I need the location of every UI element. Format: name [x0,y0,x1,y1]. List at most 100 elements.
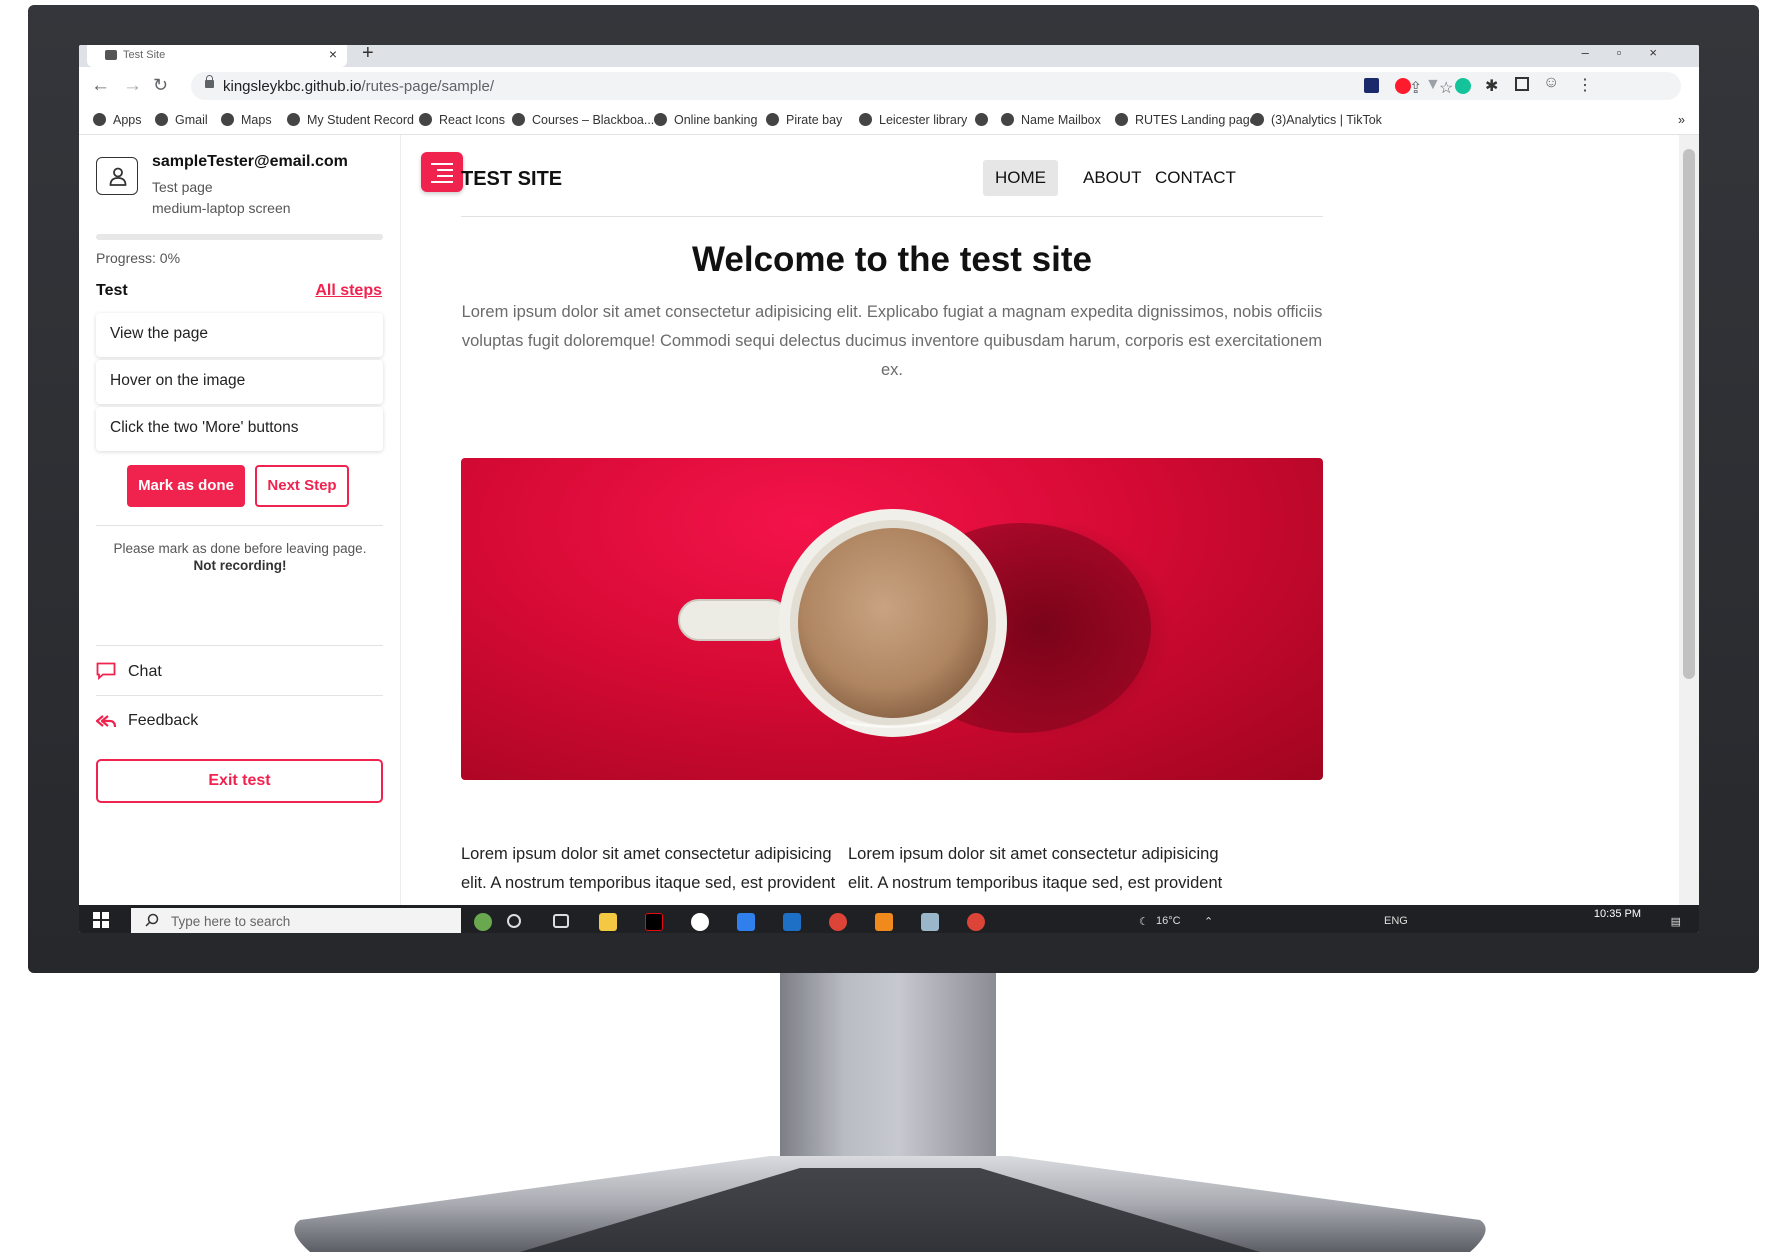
opera-icon[interactable] [1395,78,1411,94]
scrollbar[interactable] [1679,135,1699,905]
tray-chevron-icon[interactable]: ⌃ [1204,915,1213,928]
bookmark-label: Courses – Blackboa... [532,113,655,127]
extensions-puzzle-icon[interactable]: ✱ [1485,76,1498,96]
coffee-mug-image [678,509,1173,738]
recording-note-text: Please mark as done before leaving page. [113,541,367,556]
tab-strip: Test Site × + –▫× [79,45,1699,67]
globe-icon [975,113,988,126]
recording-note: Please mark as done before leaving page.… [79,541,401,573]
test-sidebar: sampleTester@email.com Test page medium-… [79,135,401,905]
task-view-icon[interactable] [553,914,569,928]
all-steps-link[interactable]: All steps [315,282,382,300]
next-step-button[interactable]: Next Step [255,465,349,507]
side-panel-icon[interactable] [1515,77,1529,91]
bookmark-item[interactable]: Apps [93,113,142,127]
weather-temp[interactable]: 16°C [1156,915,1181,927]
step-card[interactable]: View the page [96,313,383,357]
search-icon [145,913,159,927]
flask-icon [1115,113,1128,126]
vscode-icon[interactable] [737,913,755,931]
bookmark-item[interactable]: Courses – Blackboa... [512,113,654,127]
spotify-icon[interactable] [691,913,709,931]
bookmark-item[interactable]: Name Mailbox [1001,113,1101,127]
column-text: Lorem ipsum dolor sit amet consectetur a… [848,845,1223,905]
url-domain: kingsleykbc.github.io [223,78,362,95]
cortana-icon[interactable] [507,914,521,928]
bookmarks-bar: Apps Gmail Maps My Student Record React Icon… [79,105,1699,135]
close-tab-icon[interactable]: × [329,46,337,62]
progress-bar [96,234,383,240]
divider [96,695,383,696]
tab-favicon-icon [105,50,117,60]
url-path: /rutes-page/sample/ [361,78,494,95]
bookmark-item[interactable]: React Icons [419,113,505,127]
nav-contact[interactable]: CONTACT [1143,160,1248,196]
chat-link[interactable]: Chat [96,662,162,681]
bookmark-item[interactable]: My Student Record [287,113,414,127]
browser-tab[interactable]: Test Site × [87,45,347,67]
step-card[interactable]: Hover on the image [96,360,383,404]
moon-weather-icon[interactable]: ☾ [1139,915,1149,928]
site-logo[interactable]: TEST SITE [461,168,562,191]
forward-icon[interactable]: → [123,75,142,97]
bookmark-label: My Student Record [307,113,414,127]
bookmark-label: Gmail [175,113,208,127]
chrome-icon[interactable] [829,913,847,931]
vlc-icon[interactable] [875,913,893,931]
bookmark-star-icon[interactable]: ☆ [1439,78,1453,98]
share-icon[interactable]: ⇪ [1409,78,1422,98]
clock[interactable]: 10:35 PM [1594,908,1641,920]
scrollbar-thumb[interactable] [1683,149,1695,679]
bookmark-item[interactable]: Online banking [654,113,757,127]
nav-home[interactable]: HOME [983,160,1058,196]
back-icon[interactable]: ← [91,75,110,97]
sidebar-toggle-button[interactable] [421,152,463,192]
bookmark-item[interactable] [975,113,995,127]
bookmark-item[interactable]: Gmail [155,113,208,127]
chrome-active-icon[interactable] [967,913,985,931]
globe-icon [654,113,667,126]
bookmark-item[interactable]: Leicester library [859,113,967,127]
vue-icon[interactable]: ▼ [1425,76,1441,94]
window-controls[interactable]: –▫× [1582,45,1685,60]
site-content: TEST SITE HOME ABOUT CONTACT Welcome to … [401,135,1679,905]
step-card[interactable]: Click the two 'More' buttons [96,407,383,451]
app-icon[interactable] [921,913,939,931]
extension-react-icon[interactable] [1364,78,1379,93]
lock-icon [205,75,214,88]
mark-as-done-button[interactable]: Mark as done [127,465,245,507]
widget-icon[interactable] [474,913,492,931]
grammarly-icon[interactable] [1455,78,1471,94]
bookmark-item[interactable]: Maps [221,113,272,127]
more-bookmarks-icon[interactable]: » [1678,113,1685,127]
netflix-icon[interactable] [645,913,663,931]
bookmark-label: Name Mailbox [1021,113,1101,127]
taskbar-search[interactable]: Type here to search [131,908,461,933]
page-title: Welcome to the test site [691,240,1092,279]
reload-icon[interactable]: ↻ [153,75,168,96]
page-name: Test page [152,179,213,195]
feedback-link[interactable]: Feedback [95,712,198,730]
bookmark-item[interactable]: RUTES Landing page [1115,113,1257,127]
hero-image[interactable] [461,458,1323,780]
windows-start-icon[interactable] [93,912,109,928]
intro-text: Lorem ipsum dolor sit amet consectetur a… [461,303,1323,379]
nav-about[interactable]: ABOUT [1071,160,1154,196]
new-tab-icon[interactable]: + [362,45,374,65]
page-viewport: sampleTester@email.com Test page medium-… [79,135,1699,905]
toolbar: ← → ↻ kingsleykbc.github.io/rutes-page/s… [79,67,1699,105]
notification-icon[interactable]: ▤ [1671,915,1681,928]
cube-icon [1001,113,1014,126]
language-indicator[interactable]: ENG [1384,915,1408,927]
file-explorer-icon[interactable] [599,913,617,931]
outlook-icon[interactable] [783,913,801,931]
user-icon [109,167,127,186]
bookmark-item[interactable]: Pirate bay [766,113,842,127]
blackboard-icon [512,113,525,126]
menu-dots-icon[interactable]: ⋮ [1577,75,1593,95]
divider [96,525,383,526]
exit-test-button[interactable]: Exit test [96,759,383,803]
column-text: Lorem ipsum dolor sit amet consectetur a… [461,845,836,905]
bookmark-item[interactable]: (3)Analytics | TikTok [1251,113,1382,127]
profile-icon[interactable]: ☺ [1543,74,1559,92]
